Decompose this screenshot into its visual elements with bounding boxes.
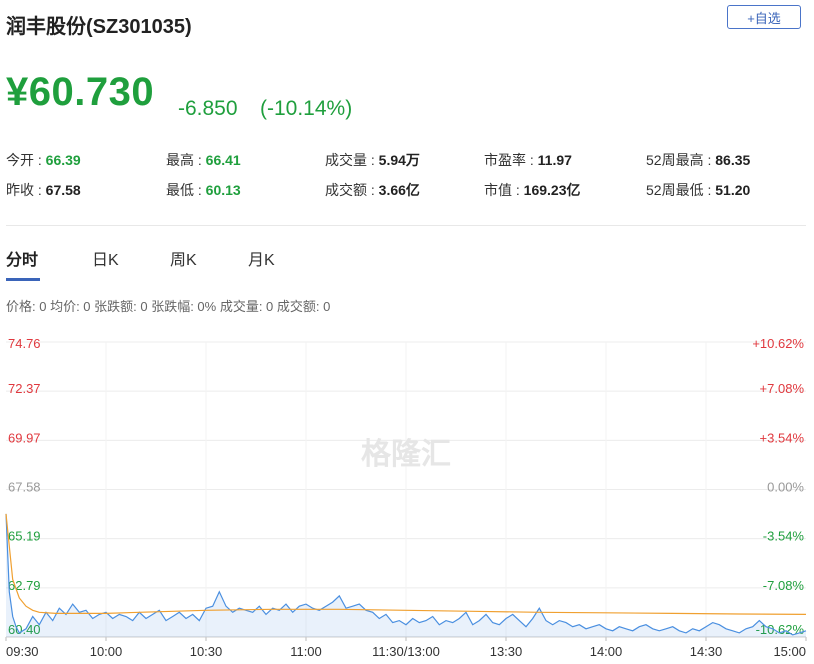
tab-intraday[interactable]: 分时 [6,246,38,270]
stat-value: 66.39 [45,152,81,168]
tab-monthly-k[interactable]: 月K [248,246,275,270]
stat-value: 11.97 [537,152,572,168]
stat-label: 52周最低 : [646,182,716,198]
stat-value: 86.35 [715,152,751,168]
stat-item: 市值 : 169.23亿 [484,180,581,200]
stat-label: 昨收 : [6,182,46,198]
stock-title: 润丰股份(SZ301035) [6,16,192,38]
stat-label: 最低 : [166,182,206,198]
y-axis-left-label: 65.19 [8,529,41,544]
stat-label: 今开 : [6,152,46,168]
tab-daily-k[interactable]: 日K [92,246,119,270]
price-change-percent: (-10.14%) [260,97,353,120]
watermark-logo: 格隆汇 [361,437,451,472]
x-axis-label: 10:30 [190,644,223,659]
y-axis-right-label: +10.62% [752,336,804,351]
y-axis-left-label: 69.97 [8,430,41,445]
stat-value: 60.13 [205,182,241,198]
stat-label: 52周最高 : [646,152,716,168]
stat-value: 169.23亿 [523,182,581,198]
stats-panel: 今开 : 66.39 最高 : 66.41 成交量 : 5.94万 市盈率 : 11.… [6,150,806,210]
stat-value: 5.94万 [378,152,420,168]
stat-item: 52周最低 : 51.20 [646,180,750,200]
divider [6,225,806,226]
x-axis-label: 11:30/13:00 [372,644,440,659]
y-axis-left-label: 67.58 [8,480,41,495]
stat-item: 最高 : 66.41 [166,150,241,170]
x-axis-label: 11:00 [290,644,322,659]
tab-weekly-k[interactable]: 周K [170,246,197,270]
x-axis-label: 13:30 [490,644,523,659]
y-axis-right-label: 0.00% [767,480,804,495]
stat-item: 成交量 : 5.94万 [325,150,420,170]
active-tab-indicator [6,278,40,281]
stat-label: 成交量 : [325,152,379,168]
current-price: ¥60.730 [6,70,155,114]
price-change: -6.850 [178,97,238,120]
stat-label: 成交额 : [325,182,379,198]
stat-item: 昨收 : 67.58 [6,180,81,200]
stat-label: 最高 : [166,152,206,168]
stat-item: 最低 : 60.13 [166,180,241,200]
y-axis-left-label: 72.37 [8,381,41,396]
stat-label: 市盈率 : [484,152,538,168]
stat-item: 成交额 : 3.66亿 [325,180,420,200]
stat-item: 今开 : 66.39 [6,150,81,170]
stat-value: 3.66亿 [378,182,420,198]
y-axis-right-label: +7.08% [760,381,805,396]
x-axis-label: 09:30 [6,644,39,659]
stat-label: 市值 : [484,182,524,198]
y-axis-right-label: +3.54% [760,430,805,445]
intraday-chart[interactable]: 74.76 +10.62% 72.37 +7.08% 69.97 +3.54% 67.58 0… [0,326,814,664]
stat-value: 67.58 [45,182,81,198]
stat-item: 52周最高 : 86.35 [646,150,750,170]
y-axis-right-label: -7.08% [763,578,805,593]
x-axis-label: 15:00 [773,644,806,659]
stat-item: 市盈率 : 11.97 [484,150,572,170]
add-favorite-button[interactable]: +自选 [727,5,801,29]
stat-value: 51.20 [715,182,751,198]
stat-value: 66.41 [205,152,241,168]
x-axis-label: 14:00 [590,644,623,659]
crosshair-info-bar: 价格: 0 均价: 0 张跌额: 0 张跌幅: 0% 成交量: 0 成交额: 0 [6,299,331,314]
x-axis-label: 14:30 [690,644,723,659]
y-axis-left-label: 74.76 [8,336,41,351]
chart-tabs: 分时 日K 周K 月K [6,246,806,286]
y-axis-right-label: -3.54% [763,529,805,544]
x-axis-label: 10:00 [90,644,123,659]
